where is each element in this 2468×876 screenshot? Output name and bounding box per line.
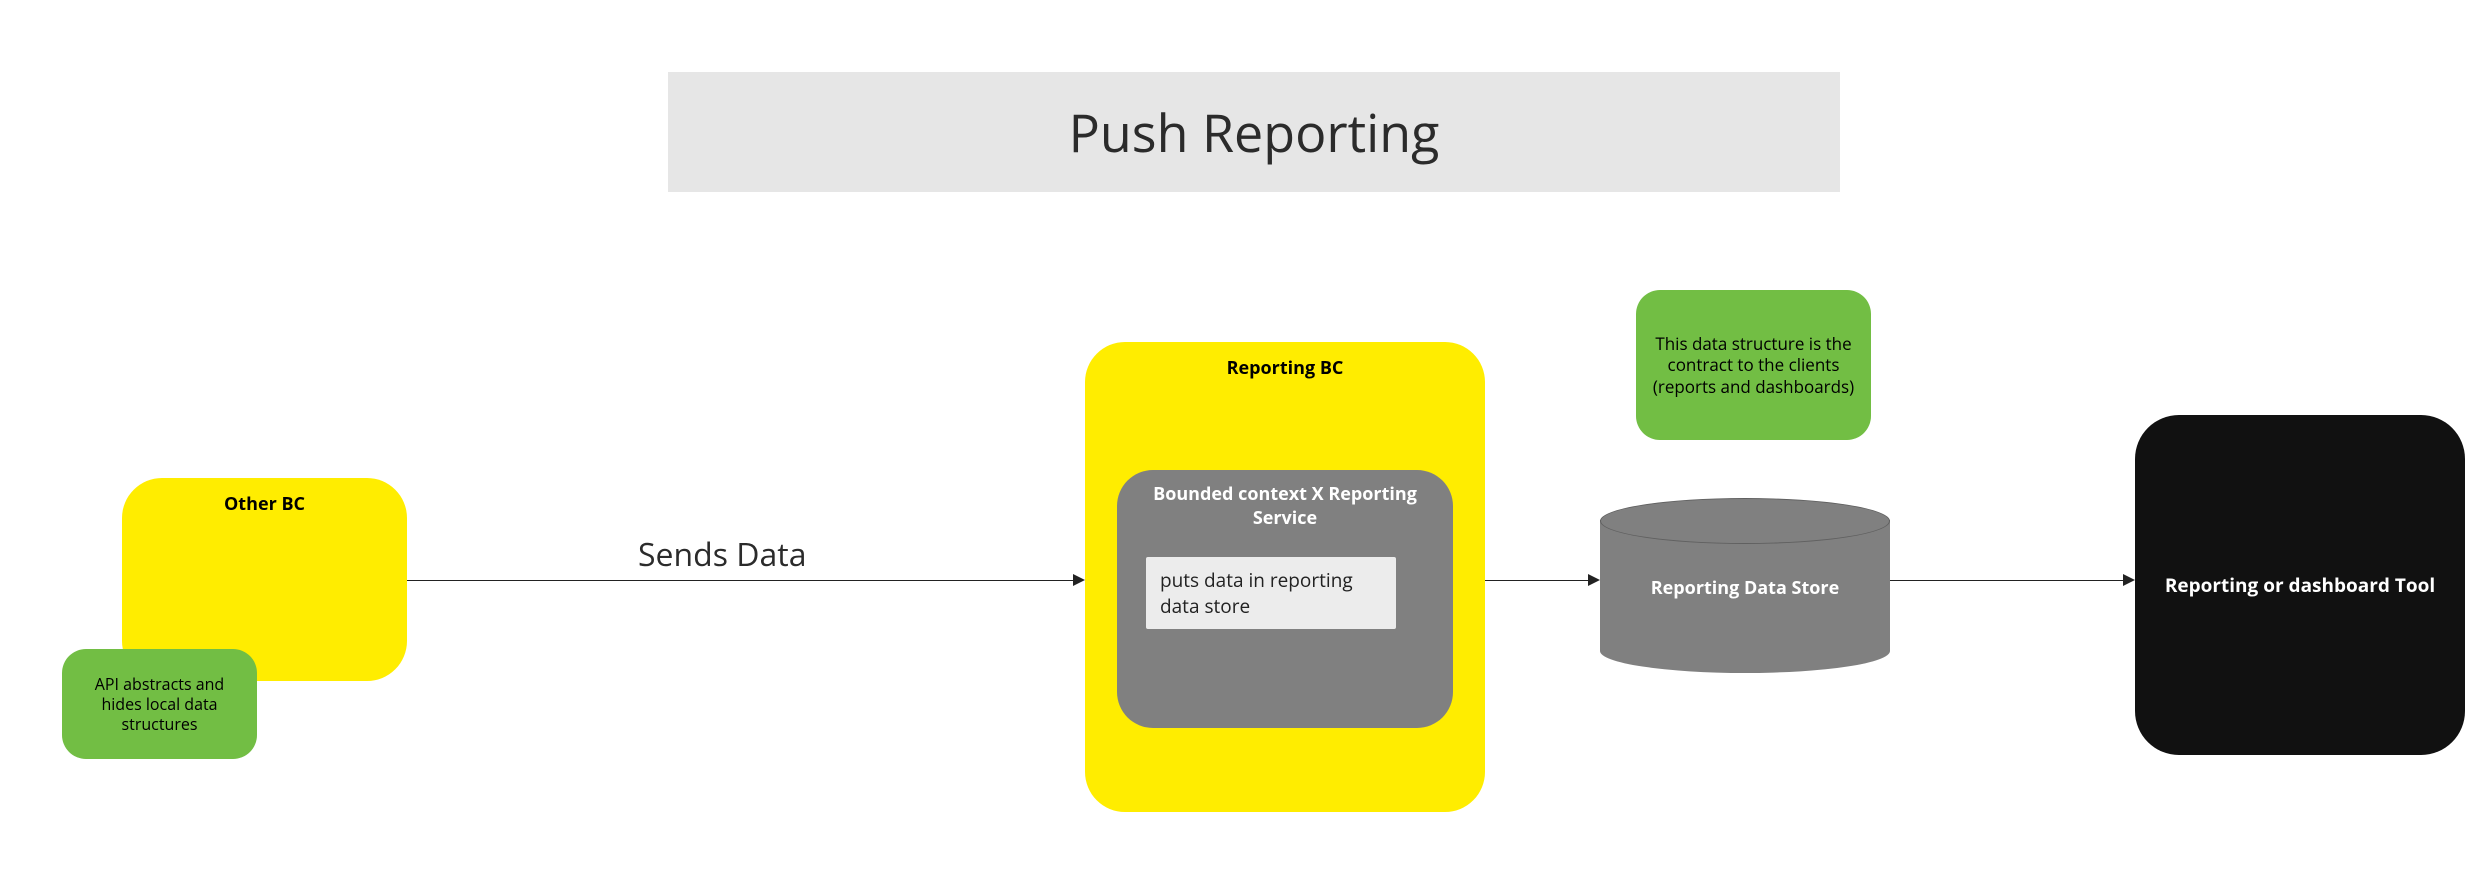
node-reporting-service-inner: puts data in reporting data store — [1146, 557, 1396, 629]
title-banner: Push Reporting — [668, 72, 1840, 192]
node-reporting-service-label: Bounded context X Reporting Service — [1117, 482, 1453, 530]
edge-sends-data-head — [1073, 574, 1085, 586]
diagram-canvas: Push Reporting Other BC API abstracts an… — [0, 0, 2468, 876]
node-tool: Reporting or dashboard Tool — [2135, 415, 2465, 755]
note-api-abstracts-text: API abstracts and hides local data struc… — [76, 674, 243, 734]
node-reporting-bc-label: Reporting BC — [1227, 356, 1344, 380]
edge-store-to-tool — [1890, 580, 2123, 581]
edge-bc-to-store-head — [1588, 574, 1600, 586]
edge-store-to-tool-head — [2123, 574, 2135, 586]
note-contract: This data structure is the contract to t… — [1636, 290, 1871, 440]
edge-bc-to-store — [1485, 580, 1588, 581]
node-data-store: Reporting Data Store — [1600, 498, 1890, 673]
node-reporting-service-inner-text: puts data in reporting data store — [1160, 567, 1353, 619]
title-text: Push Reporting — [1069, 97, 1440, 168]
node-other-bc-label: Other BC — [224, 492, 305, 516]
node-data-store-label: Reporting Data Store — [1600, 576, 1890, 600]
edge-sends-data — [407, 580, 1073, 581]
note-api-abstracts: API abstracts and hides local data struc… — [62, 649, 257, 759]
note-contract-text: This data structure is the contract to t… — [1650, 333, 1857, 397]
edge-sends-data-label: Sends Data — [638, 533, 806, 576]
node-tool-label: Reporting or dashboard Tool — [2165, 573, 2435, 598]
